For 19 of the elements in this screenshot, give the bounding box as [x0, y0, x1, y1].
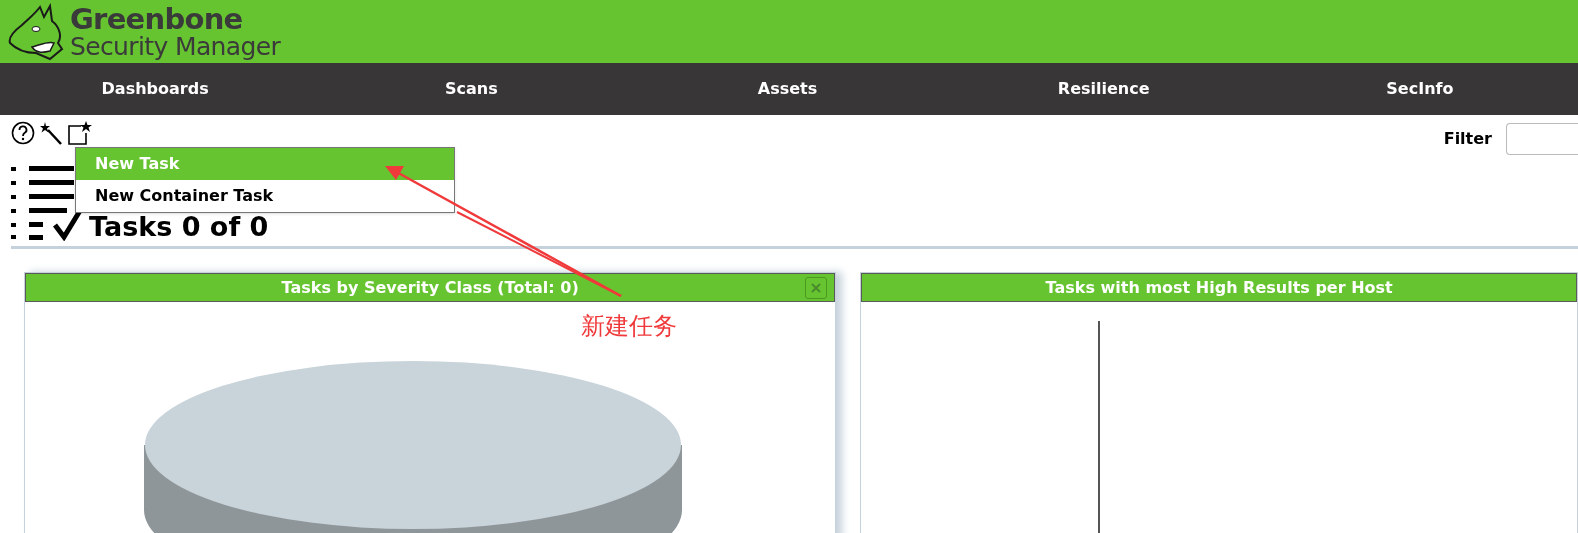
new-item-icon[interactable]	[67, 121, 93, 145]
magic-wand-icon[interactable]	[39, 121, 63, 145]
nav-item[interactable]: Assets	[757, 77, 818, 101]
logo-title: Greenbone	[70, 4, 244, 34]
annotation-text: 新建任务	[581, 311, 677, 342]
menu-item[interactable]: New Container Task	[76, 180, 454, 212]
nav-item[interactable]: Dashboards	[101, 77, 209, 101]
filter-label: Filter	[1443, 128, 1492, 150]
filter-field[interactable]	[1506, 123, 1578, 155]
nav-item[interactable]: SecInfo	[1386, 77, 1454, 101]
nav-item[interactable]: Resilience	[1057, 77, 1150, 101]
logo-subtitle: Security Manager	[70, 33, 281, 59]
task-list-icon	[11, 165, 83, 241]
panel-title: Tasks by Severity Class (Total: 0)	[281, 276, 579, 299]
help-icon[interactable]	[11, 121, 35, 145]
panel-title: Tasks with most High Results per Host	[1045, 276, 1393, 299]
page-title: Tasks 0 of 0	[89, 213, 269, 241]
nav-item[interactable]: Scans	[444, 77, 498, 101]
close-icon	[811, 283, 822, 293]
